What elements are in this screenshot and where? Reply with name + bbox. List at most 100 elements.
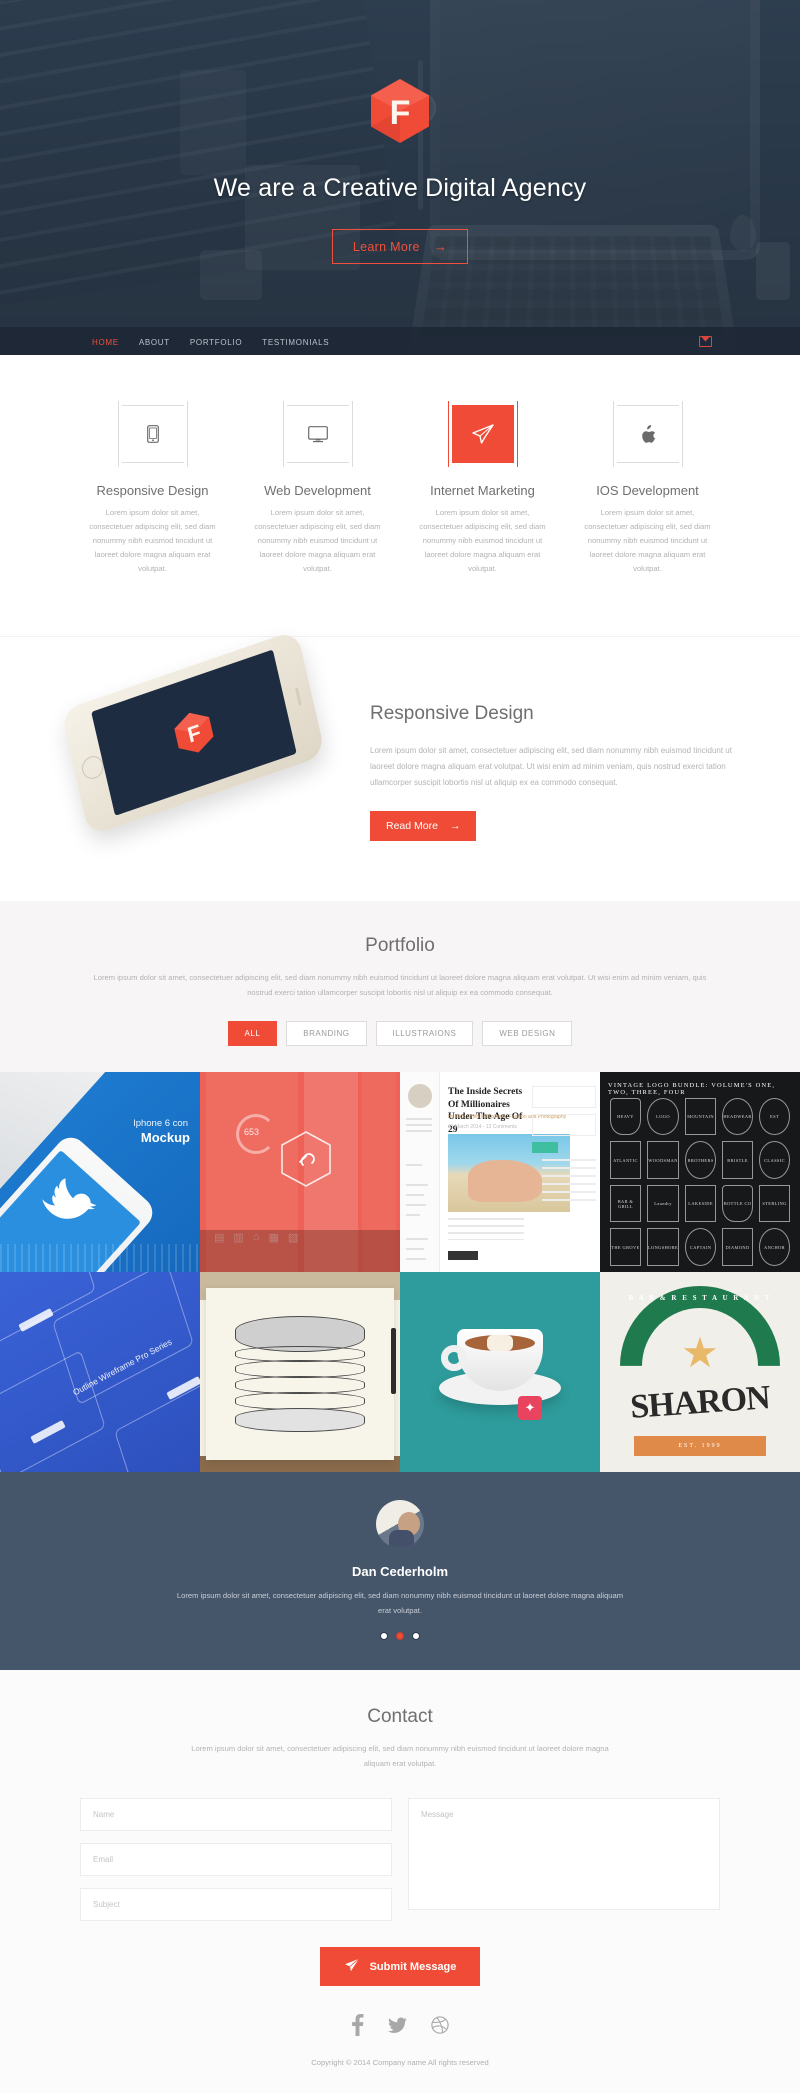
sidebar-line	[406, 1213, 420, 1216]
read-more-button[interactable]: Read More →	[370, 811, 477, 842]
twitter-icon[interactable]	[388, 2014, 407, 2036]
iphone-device-illustration: F	[60, 629, 326, 837]
learn-more-button[interactable]: Learn More →	[331, 229, 469, 264]
list-line	[542, 1190, 596, 1193]
badge: WOODSMAN	[646, 1141, 680, 1179]
email-input[interactable]	[80, 1843, 392, 1877]
contact-form-right	[408, 1798, 720, 1921]
ad-box	[532, 1085, 596, 1108]
portfolio-item-red-app-ui-screens[interactable]: 653 ▤ ▥ ⌂ ▦ ▧	[200, 1071, 400, 1272]
service-title: Responsive Design	[96, 483, 209, 498]
hero-title: We are a Creative Digital Agency	[213, 174, 587, 202]
dribbble-icon[interactable]	[431, 2014, 449, 2036]
portfolio-item-sharon-restaurant-logo[interactable]: B A R & R E S T A U R A N T ★ SHARON EST…	[600, 1271, 800, 1472]
portfolio-item-teal-coffee-cup[interactable]: ✦	[400, 1271, 600, 1472]
responsive-design-row: F Responsive Design Lorem ipsum dolor si…	[50, 629, 750, 842]
portfolio-filter-illustraions[interactable]: ILLUSTRAIONS	[375, 1020, 474, 1046]
badge: DIAMOND	[722, 1228, 754, 1266]
submit-row: Submit Message	[0, 1947, 800, 1987]
badge: THE GROVE	[610, 1228, 641, 1266]
list-line	[542, 1198, 596, 1201]
nav-link-about[interactable]: ABOUT	[139, 338, 170, 347]
pager-dot-2[interactable]	[396, 1632, 404, 1641]
badge: BRISTLE	[722, 1141, 754, 1179]
main-navigation: HOME ABOUT PORTFOLIO TESTIMONIALS	[0, 327, 800, 355]
nav-list: HOME ABOUT PORTFOLIO TESTIMONIALS	[92, 332, 329, 350]
blog-read-more-button[interactable]	[448, 1250, 478, 1260]
responsive-design-section: F Responsive Design Lorem ipsum dolor si…	[0, 629, 800, 902]
contact-title: Contact	[367, 1706, 433, 1728]
pager-dot-1[interactable]	[380, 1632, 388, 1641]
facebook-icon[interactable]	[351, 2014, 364, 2037]
nav-item-testimonials[interactable]: TESTIMONIALS	[262, 332, 329, 350]
testimonial-section: Dan Cederholm Lorem ipsum dolor sit amet…	[0, 1471, 800, 1671]
portfolio-filter-group: ALL BRANDING ILLUSTRAIONS WEB DESIGN	[0, 1020, 800, 1046]
name-input[interactable]	[80, 1798, 392, 1832]
logo-wordmark: SHARON	[629, 1379, 771, 1426]
nav-item-about[interactable]: ABOUT	[139, 332, 170, 350]
services-section: Responsive Design Lorem ipsum dolor sit …	[0, 355, 800, 637]
vintage-bundle-header: VINTAGE LOGO BUNDLE: VOLUME'S ONE, TWO, …	[608, 1081, 776, 1096]
nav-link-home[interactable]: HOME	[92, 338, 119, 347]
blog-right-column	[532, 1085, 596, 1262]
speaker-icon	[294, 687, 302, 707]
portfolio-subtitle: Lorem ipsum dolor sit amet, consectetuer…	[93, 973, 707, 998]
svg-text:F: F	[390, 94, 411, 132]
sidebar-line	[406, 1129, 432, 1132]
nav-item-portfolio[interactable]: PORTFOLIO	[190, 332, 242, 350]
service-card-internet-marketing[interactable]: Internet Marketing Lorem ipsum dolor sit…	[400, 401, 565, 576]
service-card-ios-development[interactable]: IOS Development Lorem ipsum dolor sit am…	[565, 401, 730, 576]
submit-message-button[interactable]: Submit Message	[319, 1947, 481, 1987]
contact-section: Contact Lorem ipsum dolor sit amet, cons…	[0, 1670, 800, 2093]
logo-arc-text: B A R & R E S T A U R A N T	[628, 1293, 772, 1302]
sidebar-line	[406, 1237, 428, 1240]
badge: HEAVY	[610, 1097, 641, 1136]
message-textarea[interactable]	[408, 1798, 720, 1911]
blog-meta: 31 March 2014 - 12 Comments	[448, 1123, 517, 1130]
portfolio-caption-large: Mockup	[140, 1129, 190, 1145]
paper-plane-icon	[344, 1958, 360, 1975]
testimonial-pager	[0, 1632, 800, 1641]
hero-section: F We are a Creative Digital Agency Learn…	[0, 0, 800, 355]
mail-icon[interactable]	[699, 335, 712, 347]
badge: BAR & GRILL	[610, 1184, 641, 1223]
arrow-right-icon: →	[449, 820, 461, 833]
brand-chip-icon: ✦	[518, 1395, 542, 1420]
subscribe-button[interactable]	[532, 1141, 558, 1153]
portfolio-grid: Iphone 6 con Mockup 653 ▤ ▥ ⌂ ▦ ▧ The In…	[0, 1071, 800, 1472]
contact-form	[80, 1798, 720, 1922]
brand-logo-hexagon-icon: F	[174, 713, 214, 753]
portfolio-item-burger-ink-sketch[interactable]	[200, 1271, 400, 1472]
portfolio-item-blue-wireframe-kit[interactable]: Outline Wireframe Pro Series	[0, 1271, 200, 1472]
portfolio-item-twitter-phone-mockup[interactable]: Iphone 6 con Mockup	[0, 1071, 200, 1272]
contact-form-left	[80, 1798, 392, 1922]
dot-pattern-decoration	[0, 1243, 200, 1272]
wireframe-card	[114, 1379, 200, 1472]
avatar-body	[389, 1529, 415, 1548]
sidebar-line	[406, 1247, 424, 1250]
avatar	[408, 1083, 432, 1108]
pager-dot-3[interactable]	[412, 1632, 420, 1641]
service-card-responsive-design[interactable]: Responsive Design Lorem ipsum dolor sit …	[70, 401, 235, 576]
testimonial-author-name: Dan Cederholm	[351, 1563, 449, 1579]
sidebar-line	[406, 1203, 426, 1206]
sidebar-line	[406, 1257, 426, 1260]
photo-strip-decoration	[200, 1229, 400, 1272]
service-card-web-development[interactable]: Web Development Lorem ipsum dolor sit am…	[235, 401, 400, 576]
service-icon-frame	[612, 401, 683, 467]
testimonial-quote: Lorem ipsum dolor sit amet, consectetuer…	[176, 1590, 624, 1615]
portfolio-item-blog-article-layout[interactable]: The Inside Secrets Of Millionaires Under…	[400, 1071, 600, 1272]
nav-link-portfolio[interactable]: PORTFOLIO	[190, 338, 242, 347]
desktop-monitor-icon	[307, 425, 328, 443]
submit-message-label: Submit Message	[369, 1960, 457, 1973]
portfolio-item-vintage-logo-bundle[interactable]: VINTAGE LOGO BUNDLE: VOLUME'S ONE, TWO, …	[600, 1071, 800, 1272]
nav-link-testimonials[interactable]: TESTIMONIALS	[262, 338, 329, 347]
badge: CAPTAIN	[685, 1228, 717, 1266]
nav-item-home[interactable]: HOME	[92, 332, 119, 350]
portfolio-filter-web-design[interactable]: WEB DESIGN	[482, 1020, 573, 1046]
portfolio-filter-branding[interactable]: BRANDING	[286, 1020, 367, 1046]
list-line	[542, 1158, 596, 1161]
badge: EST	[759, 1097, 790, 1136]
portfolio-filter-all[interactable]: ALL	[227, 1020, 278, 1046]
subject-input[interactable]	[80, 1888, 392, 1922]
